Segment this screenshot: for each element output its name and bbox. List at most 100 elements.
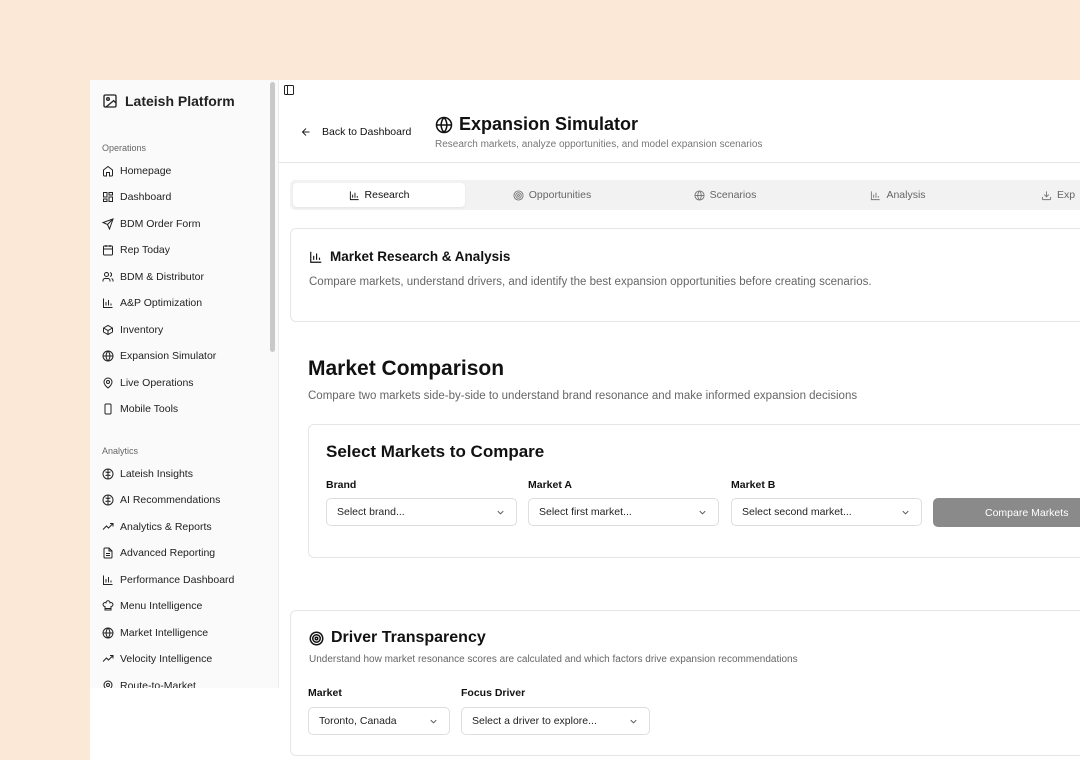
sidebar-item-label: Mobile Tools [120,403,179,415]
app-window: Lateish Platform Operations Homepage Das… [90,80,1080,760]
bar-chart-icon [103,575,113,585]
sidebar-brand[interactable]: Lateish Platform [102,93,235,109]
select-markets-title: Select Markets to Compare [326,442,545,461]
market-b-select[interactable]: Select second market... [731,498,922,526]
sidebar: Lateish Platform Operations Homepage Das… [90,80,279,688]
back-label: Back to Dashboard [322,126,412,138]
sidebar-item-label: Dashboard [120,191,172,203]
sidebar-item-ap-optimization[interactable]: A&P Optimization [102,295,202,311]
sidebar-item-menu-intelligence[interactable]: Menu Intelligence [102,598,202,614]
target-icon [309,631,324,645]
sidebar-item-market-intelligence[interactable]: Market Intelligence [102,625,208,641]
compare-markets-button[interactable]: Compare Markets [933,498,1080,527]
chevron-down-icon [630,719,637,724]
globe-icon [102,627,114,639]
sidebar-item-label: Analytics & Reports [120,521,212,533]
market-comparison-title: Market Comparison [308,357,505,380]
chevron-down-icon [430,719,437,724]
brain-icon [102,468,114,480]
smartphone-icon [104,403,112,415]
sidebar-item-label: Inventory [120,324,164,336]
sidebar-item-route-to-market[interactable]: Route-to-Market [102,678,196,688]
focus-driver-placeholder: Select a driver to explore... [472,715,597,727]
sidebar-item-label: Expansion Simulator [120,350,217,362]
research-card-title-text: Market Research & Analysis [330,249,511,264]
brand-label: Brand [326,479,357,491]
sidebar-item-dashboard[interactable]: Dashboard [102,189,171,205]
download-icon [1041,190,1052,200]
users-icon [102,272,114,282]
trending-up-icon [102,655,114,662]
market-select[interactable]: Toronto, Canada [308,707,450,735]
sidebar-item-ai-recommendations[interactable]: AI Recommendations [102,492,220,508]
tab-label: Analysis [886,189,926,201]
sidebar-item-label: Performance Dashboard [120,574,235,586]
package-icon [103,324,113,336]
driver-transparency-subtitle: Understand how market resonance scores a… [309,654,798,665]
sidebar-item-label: BDM Order Form [120,218,201,230]
sidebar-item-performance-dashboard[interactable]: Performance Dashboard [102,572,234,588]
trending-up-icon [102,523,114,530]
bar-chart-icon [310,251,322,263]
sidebar-item-bdm-distributor[interactable]: BDM & Distributor [102,269,204,285]
back-to-dashboard-button[interactable]: Back to Dashboard [300,126,411,138]
focus-driver-select[interactable]: Select a driver to explore... [461,707,650,735]
header-divider [278,162,1080,163]
tab-bar: Research Opportunities Scenarios Analysi… [290,180,1080,210]
focus-driver-label: Focus Driver [461,687,526,699]
calendar-icon [103,245,113,256]
sidebar-item-label: A&P Optimization [120,297,203,309]
sidebar-item-rep-today[interactable]: Rep Today [102,242,170,258]
bar-chart-icon [349,190,359,200]
sidebar-item-label: Rep Today [120,244,171,256]
select-markets-card: Select Markets to Compare [308,424,1080,558]
sidebar-item-label: Route-to-Market [120,680,196,688]
sidebar-scrollbar[interactable] [270,82,275,352]
sidebar-item-label: Live Operations [120,377,194,389]
tab-research[interactable]: Research [293,183,465,207]
sidebar-item-velocity-intelligence[interactable]: Velocity Intelligence [102,651,212,667]
sidebar-item-label: Market Intelligence [120,627,209,639]
brand-select[interactable]: Select brand... [326,498,517,526]
sidebar-item-advanced-reporting[interactable]: Advanced Reporting [102,545,215,561]
tab-export[interactable]: Exp [1035,183,1080,207]
sidebar-item-label: Velocity Intelligence [120,653,213,665]
page-header: Expansion Simulator Research markets, an… [435,114,762,150]
page-title-text: Expansion Simulator [459,114,639,134]
market-a-placeholder: Select first market... [539,506,632,518]
chef-hat-icon [102,600,114,611]
sidebar-item-bdm-order-form[interactable]: BDM Order Form [102,216,201,232]
market-label: Market [308,687,342,699]
map-pin-icon [103,377,113,389]
tab-opportunities[interactable]: Opportunities [466,183,638,207]
driver-transparency-title: Driver Transparency [309,629,486,647]
sidebar-item-label: Homepage [120,165,172,177]
chevron-down-icon [699,510,706,515]
sidebar-item-lateish-insights[interactable]: Lateish Insights [102,466,193,482]
arrow-left-icon [301,128,310,136]
sidebar-item-expansion-simulator[interactable]: Expansion Simulator [102,348,216,364]
sidebar-toggle-icon[interactable] [283,84,295,96]
research-card-title: Market Research & Analysis [309,249,510,264]
file-text-icon [103,547,113,559]
sidebar-item-label: Menu Intelligence [120,600,203,612]
sidebar-item-analytics-reports[interactable]: Analytics & Reports [102,519,212,535]
globe-icon [102,350,114,362]
chevron-down-icon [497,510,504,515]
send-icon [102,218,114,230]
driver-transparency-title-text: Driver Transparency [331,629,486,646]
tab-analysis[interactable]: Analysis [812,183,984,207]
market-comparison-subtitle: Compare two markets side-by-side to unde… [308,390,858,402]
research-card-subtitle: Compare markets, understand drivers, and… [309,276,872,288]
sidebar-item-mobile-tools[interactable]: Mobile Tools [102,401,178,417]
target-icon [513,189,524,201]
brain-icon [102,494,114,506]
sidebar-item-label: Lateish Insights [120,468,193,480]
sidebar-item-inventory[interactable]: Inventory [102,322,163,338]
sidebar-item-homepage[interactable]: Homepage [102,163,171,179]
sidebar-item-live-operations[interactable]: Live Operations [102,375,194,391]
tab-scenarios[interactable]: Scenarios [639,183,811,207]
sidebar-item-label: AI Recommendations [120,494,221,506]
chevron-down-icon [902,510,909,515]
market-a-select[interactable]: Select first market... [528,498,719,526]
